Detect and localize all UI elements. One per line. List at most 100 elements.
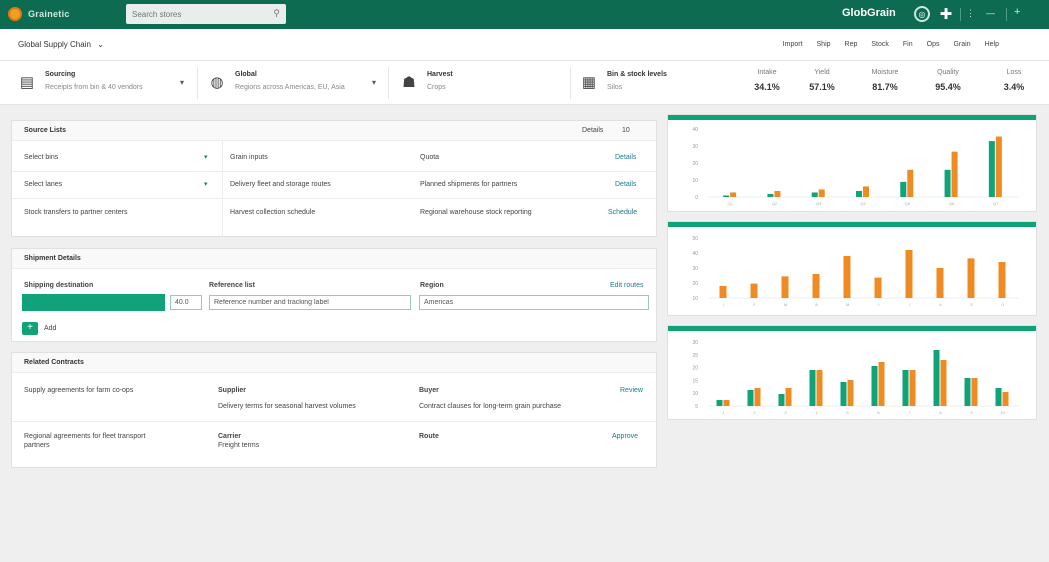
crosshair-icon[interactable]: + — [1014, 6, 1020, 18]
chart-bar[interactable] — [730, 192, 737, 197]
chart-bar[interactable] — [871, 366, 878, 406]
region-field[interactable] — [419, 295, 649, 310]
nav-item[interactable]: Import — [783, 41, 803, 48]
search-input[interactable] — [126, 4, 264, 24]
nav-item[interactable]: Help — [985, 41, 999, 48]
details-link[interactable]: Details — [582, 127, 603, 134]
chart-bar[interactable] — [840, 382, 847, 406]
nav-item[interactable]: Grain — [953, 41, 970, 48]
x-tick-label: J — [723, 302, 725, 307]
chart-bar[interactable] — [951, 151, 958, 197]
chart-bar[interactable] — [905, 250, 913, 298]
chart-bar[interactable] — [809, 370, 816, 406]
nav-item[interactable]: Ops — [927, 41, 940, 48]
chart-bar[interactable] — [863, 186, 869, 197]
chevron-down-icon[interactable]: ▾ — [204, 153, 208, 161]
approve-link[interactable]: Approve — [612, 433, 638, 440]
add-label[interactable]: Add — [44, 325, 56, 332]
chart-bar[interactable] — [944, 169, 951, 197]
chart-bar[interactable] — [940, 360, 947, 406]
chart-bar[interactable] — [816, 370, 823, 406]
plus-icon: + — [27, 322, 33, 333]
row-action[interactable]: Details — [615, 181, 636, 188]
chart-bar[interactable] — [778, 394, 785, 406]
chart-bar[interactable] — [971, 378, 978, 406]
edit-routes-link[interactable]: Edit routes — [610, 282, 643, 289]
chart-bar[interactable] — [747, 390, 754, 406]
chevron-down-icon[interactable]: ▾ — [180, 78, 184, 87]
chart-bar[interactable] — [856, 190, 862, 197]
chart-bar[interactable] — [874, 277, 882, 298]
chart-bar[interactable] — [995, 388, 1002, 406]
chart-bar[interactable] — [988, 141, 995, 197]
metric-quality: Quality 95.4% — [923, 69, 973, 92]
chart-bar[interactable] — [900, 181, 907, 197]
summary-global[interactable]: ◍ Global Regions across Americas, EU, As… — [208, 69, 344, 99]
destination-select[interactable] — [22, 294, 165, 311]
row-action[interactable]: Schedule — [608, 209, 637, 216]
row-value: Delivery fleet and storage routes — [230, 181, 331, 188]
x-tick-label: 2 — [753, 410, 756, 415]
chart-bar[interactable] — [1002, 392, 1009, 406]
chart-panel-3: 30 25 20 15 10 5 1 2 3 4 5 6 7 8 9 10 — [667, 325, 1037, 420]
chart-bar[interactable] — [843, 256, 851, 298]
reference-field[interactable] — [209, 295, 411, 310]
nav-item[interactable]: Rep — [845, 41, 858, 48]
chart-bar[interactable] — [818, 189, 825, 197]
summary-subtitle: Silos — [607, 84, 623, 91]
chart-bar[interactable] — [781, 276, 789, 298]
chart-bar[interactable] — [902, 370, 909, 406]
chevron-down-icon[interactable]: ▾ — [204, 180, 208, 188]
chart-bar[interactable] — [933, 350, 940, 406]
app-logo[interactable]: Grainetic — [8, 5, 104, 23]
summary-harvest[interactable]: ☗ Harvest Crops — [400, 69, 452, 99]
x-tick-label: A — [939, 302, 942, 307]
summary-sourcing[interactable]: ▤ Sourcing Receipts from bin & 40 vendor… — [18, 69, 143, 99]
contract-name: partners — [24, 442, 50, 449]
chart-bar[interactable] — [909, 370, 916, 406]
chart-bar[interactable] — [716, 400, 723, 406]
chart-bar[interactable] — [936, 268, 944, 298]
chart-bar[interactable] — [995, 136, 1002, 197]
chart-bar[interactable] — [785, 388, 792, 406]
x-tick-label: 6 — [877, 410, 880, 415]
row-action[interactable]: Details — [615, 154, 636, 161]
chart-bar[interactable] — [719, 286, 727, 298]
grid-icon[interactable]: ⋮ — [966, 8, 975, 19]
y-tick-label: 20 — [692, 281, 698, 287]
nav-item[interactable]: Fin — [903, 41, 913, 48]
plus-icon[interactable]: ✚ — [938, 6, 954, 23]
globe-icon[interactable]: ◎ — [914, 6, 930, 22]
chart-bar[interactable] — [754, 388, 761, 406]
nav-item[interactable]: Stock — [871, 41, 889, 48]
chart-bar[interactable] — [723, 400, 730, 406]
chart-bar[interactable] — [907, 169, 914, 197]
chart-bar[interactable] — [767, 193, 774, 197]
workspace-selector[interactable]: Global Supply Chain ⌄ — [18, 40, 104, 49]
chart-bar[interactable] — [847, 380, 854, 406]
metric-label: Intake — [757, 69, 777, 76]
chevron-down-icon[interactable]: ▾ — [372, 78, 376, 87]
quantity-field[interactable] — [170, 295, 202, 310]
chart-bar[interactable] — [967, 258, 975, 298]
review-link[interactable]: Review — [620, 387, 643, 394]
chart-bar[interactable] — [723, 195, 730, 197]
chart-bar[interactable] — [878, 362, 885, 406]
search-icon[interactable]: ⚲ — [273, 8, 280, 19]
row-divider — [12, 171, 658, 172]
add-button[interactable]: + — [22, 322, 38, 335]
metric-value: 3.4% — [1003, 82, 1025, 92]
summary-stock[interactable]: ▦ Bin & stock levels Silos — [580, 69, 667, 99]
chart-bar[interactable] — [774, 190, 781, 197]
row-label[interactable]: Select bins — [24, 154, 58, 161]
nav-item[interactable]: Ship — [817, 41, 831, 48]
chart-bar[interactable] — [998, 262, 1006, 298]
chart-bar[interactable] — [812, 274, 820, 298]
chart-bar[interactable] — [750, 283, 758, 298]
chart-bar[interactable] — [811, 192, 818, 197]
chart-bar[interactable] — [964, 378, 971, 406]
summary-title: Global — [235, 71, 257, 78]
x-tick-label: Q5 — [905, 201, 911, 206]
x-tick-label: 4 — [815, 410, 818, 415]
row-label[interactable]: Select lanes — [24, 181, 62, 188]
